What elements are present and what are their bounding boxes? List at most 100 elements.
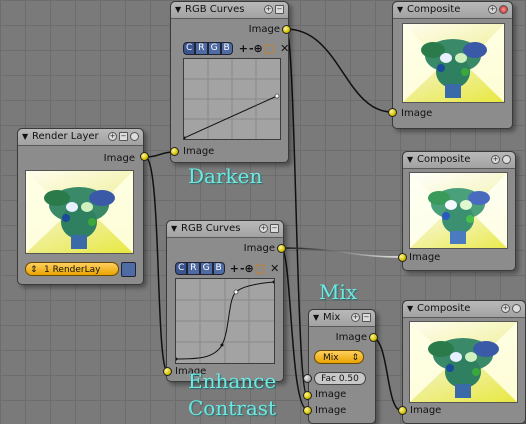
preview-toggle-icon[interactable]: + (351, 313, 360, 322)
clipping-icon[interactable]: □ (264, 43, 274, 54)
input-label: Image (401, 108, 433, 119)
annotation-mix: Mix (319, 280, 358, 304)
node-title: Render Layer (32, 131, 99, 142)
render-layer-output-socket[interactable] (140, 152, 149, 161)
render-layer-browse-icon[interactable] (121, 262, 136, 277)
channel-b-button[interactable]: B (212, 262, 225, 275)
input-label: Image (409, 252, 441, 263)
preview-toggle-icon[interactable]: + (259, 224, 268, 233)
curve-graph (182, 59, 280, 140)
curves-bottom-output-socket[interactable] (277, 244, 286, 253)
fac-field[interactable]: Fac 0.50 (314, 372, 366, 385)
zoom-in-icon[interactable]: + (239, 43, 248, 54)
curve-editor[interactable] (182, 58, 281, 140)
collapse-triangle-icon[interactable]: ▼ (407, 152, 413, 168)
channel-c-button[interactable]: C (175, 262, 188, 275)
curves-top-output-socket[interactable] (282, 25, 291, 34)
render-layer-node[interactable]: ▼ Render Layer + − Image ⇕ 1 RenderLay (17, 128, 144, 285)
link-curves-bottom-to-mix-input (280, 247, 308, 410)
collapse-triangle-icon[interactable]: ▼ (175, 2, 181, 18)
curves-bottom-input-socket[interactable] (163, 367, 172, 376)
clipping-icon[interactable]: □ (255, 263, 265, 274)
zoom-in-icon[interactable]: + (230, 263, 239, 274)
options-toggle-icon[interactable]: − (270, 224, 279, 233)
collapse-triangle-icon[interactable]: ▼ (22, 129, 28, 145)
dropdown-arrows-icon: ⇕ (351, 353, 359, 363)
monkey-render-icon (410, 322, 517, 402)
composite-top-input-socket[interactable] (388, 108, 397, 117)
output-label: Image (248, 24, 280, 35)
node-title: Composite (407, 4, 461, 15)
output-label: Image (243, 243, 275, 254)
annotation-enhance: Enhance (188, 369, 277, 393)
node-title: Mix (323, 312, 341, 323)
channel-c-button[interactable]: C (183, 42, 196, 55)
options-toggle-icon[interactable]: − (362, 313, 371, 322)
magnifier-icon[interactable]: ⊕ (254, 43, 263, 54)
preview-toggle-icon[interactable]: + (501, 304, 510, 313)
node-title: RGB Curves (181, 223, 241, 234)
render-icon[interactable] (130, 132, 139, 141)
preview-toggle-icon[interactable]: + (488, 5, 497, 14)
monkey-render-icon (26, 171, 133, 253)
node-header[interactable]: ▼ Mix + − (309, 310, 375, 327)
link-curves-bottom-to-composite-mid (280, 247, 403, 258)
render-icon[interactable] (502, 155, 511, 164)
reset-x-icon[interactable]: ✕ (270, 263, 279, 274)
rgb-curves-node-darken[interactable]: ▼ RGB Curves + − Image C R G B + - ⊕ □ ✕… (170, 1, 289, 163)
link-curves-top-to-mix-input (285, 28, 308, 396)
render-layer-select[interactable]: ⇕ 1 RenderLay (25, 262, 119, 276)
annotation-contrast: Contrast (188, 396, 277, 420)
mix-fac-socket[interactable] (303, 374, 312, 383)
mix-image-input-1-socket[interactable] (303, 391, 312, 400)
collapse-triangle-icon[interactable]: ▼ (397, 2, 403, 18)
channel-g-button[interactable]: G (199, 262, 213, 275)
node-title: RGB Curves (185, 4, 245, 15)
link-renderlayer-to-curves-bottom (144, 156, 169, 373)
mix-image-input-2-socket[interactable] (303, 406, 312, 415)
curves-top-input-socket[interactable] (170, 147, 179, 156)
node-header[interactable]: ▼ RGB Curves + − (167, 221, 283, 238)
composite-preview-image (409, 172, 508, 249)
composite-node-top[interactable]: ▼ Composite + Image (392, 1, 513, 129)
image-input-1-label: Image (315, 389, 347, 400)
magnifier-icon[interactable]: ⊕ (245, 263, 254, 274)
node-header[interactable]: ▼ Composite + (393, 2, 512, 19)
channel-g-button[interactable]: G (207, 42, 221, 55)
rgb-curves-node-enhance-contrast[interactable]: ▼ RGB Curves + − Image C R G B + - ⊕ □ ✕… (166, 220, 284, 382)
blend-mode-select[interactable]: Mix ⇕ (314, 350, 364, 364)
render-icon[interactable] (512, 304, 521, 313)
options-toggle-icon[interactable]: − (119, 132, 128, 141)
preview-toggle-icon[interactable]: + (491, 155, 500, 164)
composite-node-bottom[interactable]: ▼ Composite + Image (402, 300, 526, 424)
blend-mode-value: Mix (323, 353, 339, 363)
node-title: Composite (417, 303, 471, 314)
node-header[interactable]: ▼ Composite + (403, 301, 525, 318)
collapse-triangle-icon[interactable]: ▼ (171, 221, 177, 237)
composite-bottom-input-socket[interactable] (398, 406, 407, 415)
channel-r-button[interactable]: R (195, 42, 208, 55)
reset-x-icon[interactable]: ✕ (280, 43, 289, 54)
monkey-render-icon (403, 24, 504, 102)
render-layer-preview-image (25, 170, 134, 254)
collapse-triangle-icon[interactable]: ▼ (313, 310, 319, 326)
output-label: Image (103, 153, 135, 164)
channel-r-button[interactable]: R (187, 262, 200, 275)
mix-output-socket[interactable] (369, 333, 378, 342)
curve-editor[interactable] (174, 278, 276, 364)
render-layer-value: 1 RenderLay (44, 265, 101, 275)
close-icon[interactable] (499, 5, 508, 14)
node-header[interactable]: ▼ Composite + (403, 152, 515, 169)
node-header[interactable]: ▼ RGB Curves + − (171, 2, 288, 19)
annotation-darken: Darken (188, 164, 263, 188)
curve-graph (174, 279, 276, 363)
node-header[interactable]: ▼ Render Layer + − (18, 129, 143, 146)
collapse-triangle-icon[interactable]: ▼ (407, 301, 413, 317)
channel-b-button[interactable]: B (220, 42, 233, 55)
mix-node[interactable]: ▼ Mix + − Image Mix ⇕ Fac 0.50 Image Ima… (308, 309, 376, 424)
preview-toggle-icon[interactable]: + (108, 132, 117, 141)
composite-node-middle[interactable]: ▼ Composite + Image (402, 151, 516, 271)
composite-mid-input-socket[interactable] (398, 253, 407, 262)
options-toggle-icon[interactable]: − (275, 5, 284, 14)
preview-toggle-icon[interactable]: + (264, 5, 273, 14)
